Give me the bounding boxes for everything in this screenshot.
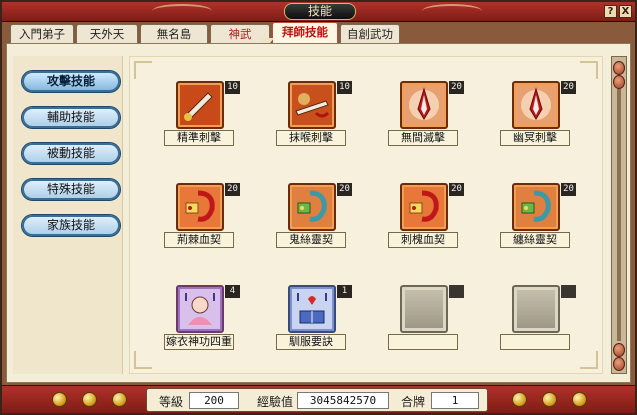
skill-slot[interactable]: 20 纏絲靈契 bbox=[500, 183, 590, 271]
close-button[interactable]: X bbox=[619, 5, 632, 18]
status-bar: 等級 200 經驗值 3045842570 合牌 1 bbox=[2, 385, 635, 413]
empty-slot-icon[interactable] bbox=[512, 285, 560, 333]
ghost-pact-icon[interactable] bbox=[512, 183, 560, 231]
skill-slot[interactable]: 20 刺槐血契 bbox=[388, 183, 478, 271]
spearhead-icon[interactable] bbox=[512, 81, 560, 129]
scroll-down-icon[interactable] bbox=[613, 357, 625, 371]
skill-name: 荊棘血契 bbox=[164, 232, 234, 248]
skill-name: 纏絲靈契 bbox=[500, 232, 570, 248]
skill-slot-empty[interactable] bbox=[500, 285, 590, 373]
skill-slot[interactable]: 10 抹喉刺擊 bbox=[276, 81, 366, 169]
category-column: 攻擊技能 輔助技能 被動技能 特殊技能 家族技能 bbox=[13, 56, 123, 374]
title-ornament bbox=[152, 4, 212, 18]
skill-slot[interactable]: 10 精準刺擊 bbox=[164, 81, 254, 169]
skill-slot-empty[interactable] bbox=[388, 285, 478, 373]
blood-pact-icon[interactable] bbox=[176, 183, 224, 231]
gem-icon bbox=[542, 392, 557, 407]
tab-island[interactable]: 無名島 bbox=[140, 24, 208, 44]
exp-label: 經驗值 bbox=[257, 395, 294, 409]
skill-level-badge: 20 bbox=[449, 183, 464, 196]
skill-level-badge: 20 bbox=[561, 183, 576, 196]
skill-level-badge: 20 bbox=[449, 81, 464, 94]
category-family[interactable]: 家族技能 bbox=[21, 214, 121, 237]
content-panel: 攻擊技能 輔助技能 被動技能 特殊技能 家族技能 10 精準刺擊 10 抹喉刺擊… bbox=[6, 43, 631, 383]
empty-slot-icon[interactable] bbox=[400, 285, 448, 333]
skill-name: 幽冥刺擊 bbox=[500, 130, 570, 146]
throat-slash-icon[interactable] bbox=[288, 81, 336, 129]
corner-ornament bbox=[134, 61, 152, 79]
category-passive[interactable]: 被動技能 bbox=[21, 142, 121, 165]
exp-value: 3045842570 bbox=[297, 392, 389, 409]
spearhead-icon[interactable] bbox=[400, 81, 448, 129]
category-support[interactable]: 輔助技能 bbox=[21, 106, 121, 129]
skill-slot[interactable]: 20 鬼絲靈契 bbox=[276, 183, 366, 271]
skill-slot[interactable]: 20 幽冥刺擊 bbox=[500, 81, 590, 169]
title-ornament bbox=[422, 4, 482, 18]
token-label: 合牌 bbox=[401, 395, 426, 409]
title-bar[interactable]: 技能 ? X bbox=[2, 2, 635, 22]
skill-slot[interactable]: 4 嫁衣神功四重 bbox=[164, 285, 254, 373]
skill-window: 技能 ? X 入門弟子 天外天 無名島 神武 拜師技能 自創武功 攻擊技能 輔助… bbox=[0, 0, 637, 415]
corner-ornament bbox=[580, 61, 598, 79]
skill-slot[interactable]: 20 無間滅擊 bbox=[388, 81, 478, 169]
skill-level-badge bbox=[449, 285, 464, 298]
tab-heaven[interactable]: 天外天 bbox=[76, 24, 138, 44]
gem-icon bbox=[572, 392, 587, 407]
gem-icon bbox=[82, 392, 97, 407]
token-value: 1 bbox=[431, 392, 479, 409]
doll-icon[interactable] bbox=[176, 285, 224, 333]
help-button[interactable]: ? bbox=[604, 5, 617, 18]
ghost-pact-icon[interactable] bbox=[288, 183, 336, 231]
skill-level-badge: 20 bbox=[561, 81, 576, 94]
skill-name: 嫁衣神功四重 bbox=[164, 334, 234, 350]
taming-book-icon[interactable] bbox=[288, 285, 336, 333]
skill-level-badge: 10 bbox=[337, 81, 352, 94]
character-stats: 等級 200 經驗值 3045842570 合牌 1 bbox=[146, 388, 488, 412]
skill-grid: 10 精準刺擊 10 抹喉刺擊 20 無間滅擊 20 幽冥刺擊 20 荊棘血契 … bbox=[129, 56, 603, 374]
skill-level-badge: 10 bbox=[225, 81, 240, 94]
skill-name: 鬼絲靈契 bbox=[276, 232, 346, 248]
window-title: 技能 bbox=[284, 3, 356, 20]
scroll-knob-icon[interactable] bbox=[613, 343, 625, 357]
scroll-up-icon[interactable] bbox=[613, 61, 625, 75]
skill-level-badge: 4 bbox=[225, 285, 240, 298]
gem-icon bbox=[112, 392, 127, 407]
skill-name: 刺槐血契 bbox=[388, 232, 458, 248]
tab-custom-skills[interactable]: 自創武功 bbox=[340, 24, 400, 44]
skill-slot[interactable]: 1 馴服要訣 bbox=[276, 285, 366, 373]
blood-pact-icon[interactable] bbox=[400, 183, 448, 231]
skill-level-badge: 1 bbox=[337, 285, 352, 298]
level-value: 200 bbox=[189, 392, 239, 409]
skill-level-badge bbox=[561, 285, 576, 298]
gem-icon bbox=[512, 392, 527, 407]
skill-level-badge: 20 bbox=[225, 183, 240, 196]
skill-name: 精準刺擊 bbox=[164, 130, 234, 146]
vertical-scrollbar[interactable] bbox=[611, 56, 627, 374]
tab-master-skills[interactable]: 拜師技能 bbox=[272, 22, 338, 44]
level-label: 等級 bbox=[159, 395, 184, 409]
gem-icon bbox=[52, 392, 67, 407]
tab-disciple[interactable]: 入門弟子 bbox=[10, 24, 74, 44]
skill-name bbox=[500, 334, 570, 350]
skill-name: 抹喉刺擊 bbox=[276, 130, 346, 146]
scroll-track[interactable] bbox=[617, 89, 621, 341]
corner-ornament bbox=[134, 351, 152, 369]
dagger-thrust-icon[interactable] bbox=[176, 81, 224, 129]
skill-name: 馴服要訣 bbox=[276, 334, 346, 350]
skill-level-badge: 20 bbox=[337, 183, 352, 196]
category-special[interactable]: 特殊技能 bbox=[21, 178, 121, 201]
scroll-knob-icon[interactable] bbox=[613, 75, 625, 89]
category-attack[interactable]: 攻擊技能 bbox=[21, 70, 121, 93]
skill-name: 無間滅擊 bbox=[388, 130, 458, 146]
skill-slot[interactable]: 20 荊棘血契 bbox=[164, 183, 254, 271]
skill-name bbox=[388, 334, 458, 350]
